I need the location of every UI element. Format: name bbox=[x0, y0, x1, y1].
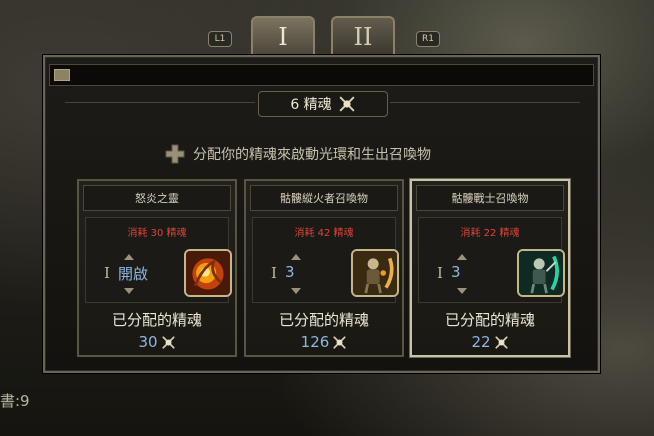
card-title: 骷髏戰士召喚物 bbox=[416, 185, 564, 211]
tab-one[interactable]: I bbox=[251, 16, 315, 56]
arrow-down-icon[interactable] bbox=[457, 288, 467, 294]
assigned-value: 126 bbox=[300, 333, 330, 351]
fire-spirit-icon bbox=[184, 249, 232, 297]
level-numeral: I bbox=[271, 264, 277, 282]
soul-essence-icon bbox=[161, 335, 176, 350]
arrow-down-icon[interactable] bbox=[124, 288, 134, 294]
essence-panel: 6 精魂 分配你的精魂來啟動光環和生出召喚物 怒炎之靈 消耗 30 精魂 I 開… bbox=[43, 55, 600, 373]
r1-button-hint[interactable]: R1 bbox=[416, 31, 440, 47]
card-body: 消耗 30 精魂 I 開啟 bbox=[85, 217, 232, 303]
level-numeral: I bbox=[437, 264, 443, 282]
assigned-value-row: 30 bbox=[79, 333, 235, 351]
level-stepper[interactable]: I 3 bbox=[437, 252, 485, 296]
assigned-value: 22 bbox=[471, 333, 491, 351]
tab-two[interactable]: II bbox=[331, 16, 395, 56]
assigned-value-row: 22 bbox=[412, 333, 568, 351]
card-title: 怒炎之靈 bbox=[83, 185, 231, 211]
skeleton-warrior-card[interactable]: 骷髏戰士召喚物 消耗 22 精魂 I 3 已分配的精魂 22 bbox=[410, 179, 570, 357]
cost-text: 消耗 30 精魂 bbox=[127, 228, 187, 239]
card-title: 骷髏縱火者召喚物 bbox=[250, 185, 398, 211]
ornament-line-right bbox=[390, 102, 580, 103]
arrow-up-icon[interactable] bbox=[124, 254, 134, 260]
assigned-value: 30 bbox=[138, 333, 158, 351]
assigned-label: 已分配的精魂 bbox=[111, 311, 202, 329]
fury-spirit-card[interactable]: 怒炎之靈 消耗 30 精魂 I 開啟 已分配的精魂 30 bbox=[77, 179, 237, 357]
arrow-up-icon[interactable] bbox=[457, 254, 467, 260]
level-value: 3 bbox=[451, 263, 461, 281]
l1-button-hint[interactable]: L1 bbox=[208, 31, 232, 47]
card-body: 消耗 42 精魂 I 3 bbox=[252, 217, 399, 303]
skeleton-warrior-icon bbox=[517, 249, 565, 297]
assigned-label: 已分配的精魂 bbox=[444, 311, 535, 329]
skeleton-arsonist-card[interactable]: 骷髏縱火者召喚物 消耗 42 精魂 I 3 已分配的精魂 126 bbox=[244, 179, 404, 357]
instruction-text: 分配你的精魂來啟動光環和生出召喚物 bbox=[193, 147, 431, 163]
level-stepper[interactable]: I 開啟 bbox=[104, 252, 152, 296]
essence-count-badge: 6 精魂 bbox=[258, 91, 388, 117]
cost-text: 消耗 22 精魂 bbox=[460, 228, 520, 239]
cost-text: 消耗 42 精魂 bbox=[294, 228, 354, 239]
arrow-down-icon[interactable] bbox=[291, 288, 301, 294]
level-stepper[interactable]: I 3 bbox=[271, 252, 319, 296]
essence-count: 6 精魂 bbox=[290, 97, 332, 113]
dpad-icon bbox=[165, 144, 185, 164]
skeleton-arsonist-icon bbox=[351, 249, 399, 297]
card-body: 消耗 22 精魂 I 3 bbox=[418, 217, 565, 303]
instruction-row: 分配你的精魂來啟動光環和生出召喚物 bbox=[165, 143, 505, 165]
scroll-icon bbox=[54, 69, 70, 81]
arrow-up-icon[interactable] bbox=[291, 254, 301, 260]
soul-essence-icon bbox=[338, 95, 356, 113]
level-value: 開啟 bbox=[118, 265, 149, 283]
panel-top-bar bbox=[49, 64, 594, 86]
assigned-label: 已分配的精魂 bbox=[278, 311, 369, 329]
level-numeral: I bbox=[104, 264, 110, 282]
assigned-value-row: 126 bbox=[246, 333, 402, 351]
background-counter-text: 書:9 bbox=[0, 392, 30, 410]
level-value: 3 bbox=[285, 263, 295, 281]
soul-essence-icon bbox=[494, 335, 509, 350]
ornament-line-left bbox=[65, 102, 255, 103]
soul-essence-icon bbox=[332, 335, 347, 350]
